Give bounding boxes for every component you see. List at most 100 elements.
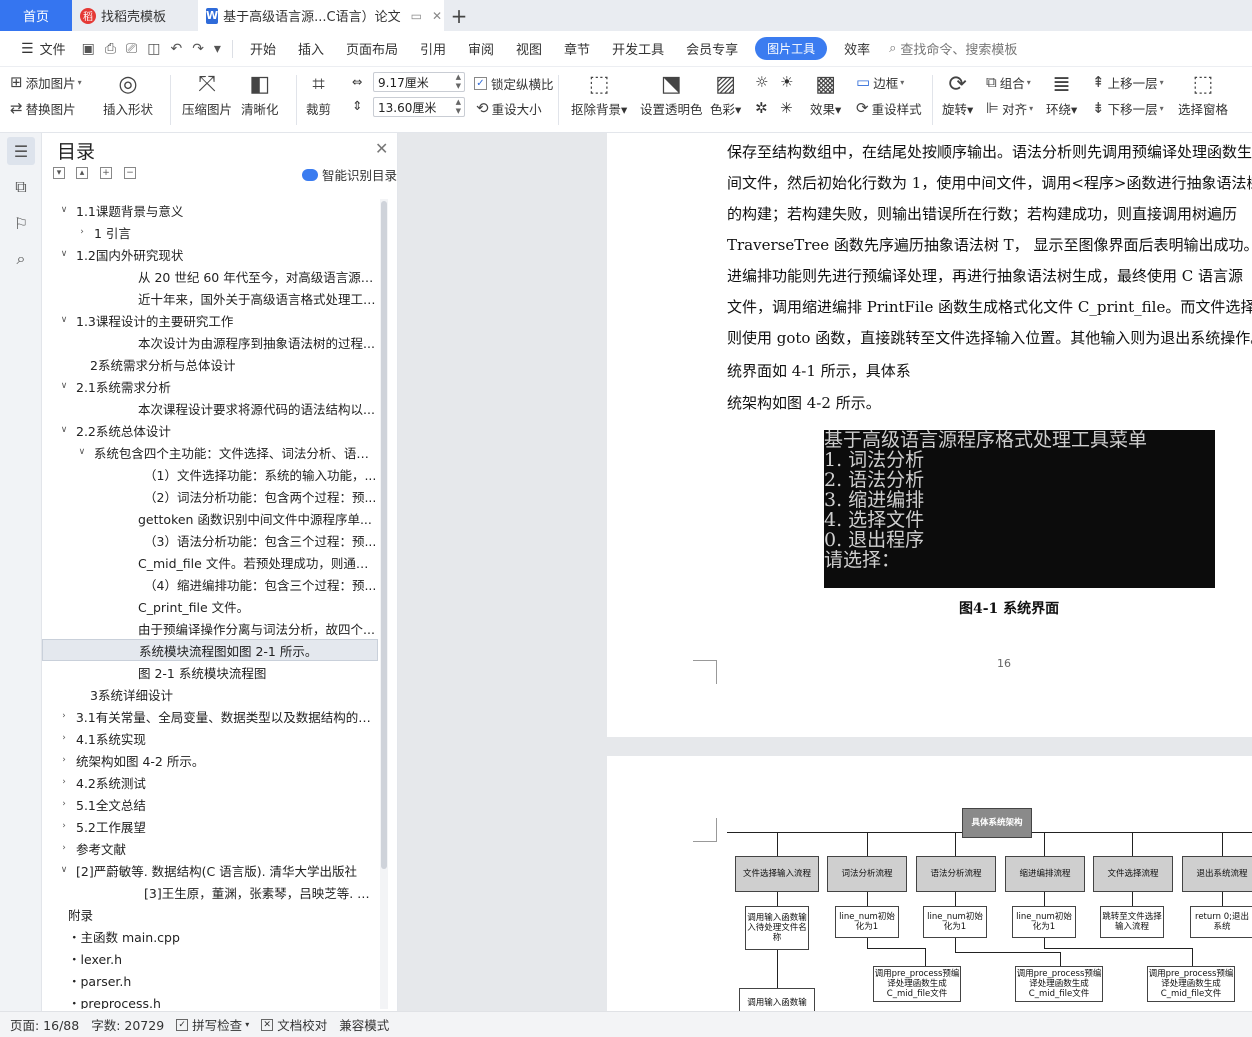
toc-item[interactable]: 本次设计为由源程序到抽象语法树的过程... — [42, 331, 378, 353]
expand-up-icon[interactable]: ▴ — [76, 167, 88, 179]
toc-item[interactable]: › 3.1有关常量、全局变量、数据类型以及数据结构的定... — [42, 705, 378, 727]
toc-item[interactable]: ∨ 2.1系统需求分析 — [42, 375, 378, 397]
border-button[interactable]: ▭ 边框 ▾ — [856, 73, 904, 92]
toc-item[interactable]: ∨ [2]严蔚敏等. 数据结构(C 语言版). 清华大学出版社 — [42, 859, 378, 881]
sharpen-button[interactable]: ◧ 清晰化 — [241, 71, 279, 118]
toc-item[interactable]: 由于预编译操作分离与词法分析，故四个... — [42, 617, 378, 639]
add-image-button[interactable]: ⊞ 添加图片 ▾ — [10, 73, 82, 92]
tab-home[interactable]: 首页 — [0, 0, 72, 31]
toc-item[interactable]: C_mid_file 文件。若预处理成功，则通过... — [42, 551, 378, 573]
document-canvas[interactable]: 保存至结构数组中，在结尾处按顺序输出。语法分析则先调用预编译处理函数生 间文件，… — [398, 133, 1252, 1011]
print-icon[interactable]: ⎚ — [121, 41, 142, 57]
toc-item[interactable]: ∨ 1.3课程设计的主要研究工作 — [42, 309, 378, 331]
align-button[interactable]: ⊫ 对齐 ▾ — [986, 99, 1033, 118]
toc-item[interactable]: 近十年来，国外关于高级语言格式处理工具的研究... — [42, 287, 378, 309]
spinner-icon[interactable]: ▲ ▼ — [456, 73, 461, 91]
spinner-icon[interactable]: ▲ ▼ — [456, 98, 461, 116]
chevron-right-icon[interactable]: › — [76, 227, 88, 237]
menu-insert[interactable]: 插入 — [287, 39, 335, 58]
rotate-button[interactable]: ⟳ 旋转▾ — [942, 71, 973, 118]
toc-item[interactable]: ∨ 1.1课题背景与意义 — [42, 199, 378, 221]
chevron-down-icon[interactable]: ∨ — [58, 381, 70, 391]
lock-ratio-checkbox[interactable]: ✓ 锁定纵横比 — [474, 74, 554, 93]
toc-item[interactable]: ∨ 1.2国内外研究现状 — [42, 243, 378, 265]
toc-item[interactable]: （1）文件选择功能：系统的输入功能，... — [42, 463, 378, 485]
bookmark-icon[interactable]: ⚐ — [7, 209, 35, 237]
menu-developer[interactable]: 开发工具 — [601, 39, 675, 58]
toc-item[interactable]: › 参考文献 — [42, 837, 378, 859]
body-text-line[interactable]: 则使用 goto 函数，直接跳转至文件选择输入位置。其他输入则为退出系统操作。 — [727, 327, 1252, 348]
toc-item[interactable]: › 统架构如图 4-2 所示。 — [42, 749, 378, 771]
save-icon[interactable]: ▣ — [77, 41, 100, 57]
insert-shape-button[interactable]: ◎ 插入形状 — [103, 71, 153, 118]
chevron-right-icon[interactable]: › — [58, 733, 70, 743]
remove-background-button[interactable]: ⬚ 抠除背景▾ — [571, 71, 627, 118]
toc-item[interactable]: › 5.1全文总结 — [42, 793, 378, 815]
menu-view[interactable]: 视图 — [505, 39, 553, 58]
menu-start[interactable]: 开始 — [239, 39, 287, 58]
toc-item[interactable]: ・lexer.h — [42, 947, 378, 969]
replace-image-button[interactable]: ⇄ 替换图片 — [10, 99, 76, 118]
redo-icon[interactable]: ↷ — [187, 41, 209, 57]
chevron-down-icon[interactable]: ∨ — [58, 249, 70, 259]
toc-item[interactable]: [3]王生原，董渊，张素琴，吕映芝等. 编... — [42, 881, 378, 903]
toc-item[interactable]: 图 2-1 系统模块流程图 — [42, 661, 378, 683]
document-page[interactable]: 保存至结构数组中，在结尾处按顺序输出。语法分析则先调用预编译处理函数生 间文件，… — [607, 133, 1252, 737]
toc-item[interactable]: 从 20 世纪 60 年代至今，对高级语言源程序格式处理工具的研究... — [42, 265, 378, 287]
height-input[interactable]: 13.60厘米 ▲ ▼ — [373, 97, 465, 117]
group-button[interactable]: ⧉ 组合 ▾ — [986, 73, 1031, 92]
word-count[interactable]: 字数: 20729 — [91, 1015, 164, 1034]
reset-size-button[interactable]: ⟲ 重设大小 — [476, 99, 542, 118]
remove-heading-icon[interactable]: − — [124, 167, 136, 179]
tab-template[interactable]: 稻 找稻壳模板 — [72, 0, 198, 31]
close-tab-icon[interactable]: ✕ — [432, 9, 442, 23]
chevron-down-icon[interactable]: ∨ — [76, 447, 88, 457]
chevron-down-icon[interactable]: ∨ — [58, 865, 70, 875]
toc-item[interactable]: ∨ 系统包含四个主功能：文件选择、词法分析、语法... — [42, 441, 378, 463]
chapter-nav-icon[interactable]: ⧉ — [7, 173, 35, 201]
menu-page-layout[interactable]: 页面布局 — [335, 39, 409, 58]
chevron-right-icon[interactable]: › — [58, 843, 70, 853]
chevron-down-icon[interactable]: ∨ — [58, 315, 70, 325]
toc-scrollbar-thumb[interactable] — [381, 201, 387, 869]
toc-item[interactable]: ・主函数 main.cpp — [42, 925, 378, 947]
crop-button[interactable]: ⌗ 裁剪 — [306, 71, 331, 118]
menu-review[interactable]: 审阅 — [457, 39, 505, 58]
chevron-right-icon[interactable]: › — [58, 777, 70, 787]
chevron-right-icon[interactable]: › — [58, 821, 70, 831]
chevron-down-icon[interactable]: ∨ — [58, 425, 70, 435]
body-text-line[interactable]: 间文件，然后初始化行数为 1，使用中间文件，调用<程序>函数进行抽象语法树 — [727, 172, 1252, 193]
selection-pane-button[interactable]: ⬚ 选择窗格 — [1178, 71, 1228, 118]
smart-toc-button[interactable]: 智能识别目录 — [302, 165, 397, 184]
toc-item[interactable]: › 1 引言 — [42, 221, 378, 243]
page-indicator[interactable]: 页面: 16/88 — [10, 1015, 79, 1034]
tab-document[interactable]: W 基于高级语言源...C语言）论文 ▭ ✕ — [198, 0, 444, 31]
bring-forward-button[interactable]: ⇞ 上移一层 ▾ — [1092, 73, 1164, 92]
chevron-right-icon[interactable]: › — [58, 755, 70, 765]
more-icon[interactable]: ▾ — [209, 41, 226, 57]
brightness-up-icon[interactable]: ☼ — [755, 73, 768, 91]
toc-item[interactable]: 本次课程设计要求将源代码的语法结构以... — [42, 397, 378, 419]
find-icon[interactable]: ⌕ — [7, 245, 35, 273]
toc-item[interactable]: › 4.2系统测试 — [42, 771, 378, 793]
toc-panel-icon[interactable]: ☰ — [7, 137, 35, 165]
compress-image-button[interactable]: ⤧ 压缩图片 — [182, 71, 232, 118]
color-button[interactable]: ▨ 色彩▾ — [710, 71, 741, 118]
new-tab-button[interactable]: + — [444, 0, 474, 31]
toc-item[interactable]: ・parser.h — [42, 969, 378, 991]
width-input[interactable]: 9.17厘米 ▲ ▼ — [373, 72, 465, 92]
spellcheck-button[interactable]: ✓ 拼写检查 ▾ — [176, 1015, 249, 1034]
menu-picture-tools[interactable]: 图片工具 — [755, 37, 828, 60]
collapse-all-icon[interactable]: ▾ — [53, 167, 65, 179]
toc-item[interactable]: （4）缩进编排功能：包含三个过程：预... — [42, 573, 378, 595]
export-pdf-icon[interactable]: ⎙ — [100, 41, 121, 57]
wrap-button[interactable]: ≣ 环绕▾ — [1046, 71, 1077, 118]
add-heading-icon[interactable]: + — [100, 167, 112, 179]
chevron-down-icon[interactable]: ∨ — [58, 205, 70, 215]
monitor-icon[interactable]: ▭ — [411, 9, 422, 23]
menu-efficiency[interactable]: 效率 — [833, 39, 881, 58]
effects-button[interactable]: ▩ 效果▾ — [810, 71, 841, 118]
document-page[interactable]: 具体系统架构 文件选择输入流程 词法分析流程 语法分析流程 缩进编排流程 文件选… — [607, 756, 1252, 1011]
send-backward-button[interactable]: ⇟ 下移一层 ▾ — [1092, 99, 1164, 118]
toc-item[interactable]: 3系统详细设计 — [42, 683, 378, 705]
